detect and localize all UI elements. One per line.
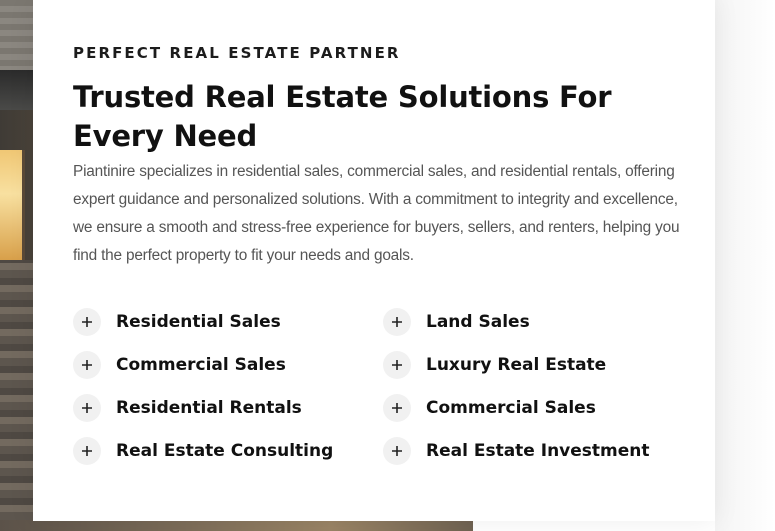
feature-label: Land Sales xyxy=(426,312,530,332)
house-driveway xyxy=(0,520,473,531)
house-stone-wall xyxy=(0,260,34,520)
feature-item-luxury-real-estate: Luxury Real Estate xyxy=(383,351,693,379)
plus-icon xyxy=(73,437,101,465)
about-card: PERFECT REAL ESTATE PARTNER Trusted Real… xyxy=(33,0,715,521)
feature-list: Residential Sales Land Sales Commercial … xyxy=(73,308,693,465)
plus-icon xyxy=(383,437,411,465)
feature-label: Residential Rentals xyxy=(116,398,302,418)
feature-item-real-estate-investment: Real Estate Investment xyxy=(383,437,693,465)
plus-icon xyxy=(383,308,411,336)
plus-icon xyxy=(73,351,101,379)
plus-icon xyxy=(73,394,101,422)
plus-icon xyxy=(383,394,411,422)
section-eyebrow: PERFECT REAL ESTATE PARTNER xyxy=(73,44,401,62)
section-description: Piantinire specializes in residential sa… xyxy=(73,163,680,264)
feature-label: Residential Sales xyxy=(116,312,281,332)
right-background xyxy=(715,0,775,531)
house-roof xyxy=(0,70,34,110)
feature-label: Luxury Real Estate xyxy=(426,355,607,375)
plus-icon xyxy=(73,308,101,336)
feature-item-land-sales: Land Sales xyxy=(383,308,693,336)
feature-label: Commercial Sales xyxy=(426,398,596,418)
feature-label: Real Estate Consulting xyxy=(116,441,334,461)
plus-icon xyxy=(383,351,411,379)
house-window xyxy=(0,150,25,260)
feature-item-real-estate-consulting: Real Estate Consulting xyxy=(73,437,383,465)
feature-label: Commercial Sales xyxy=(116,355,286,375)
section-title: Trusted Real Estate Solutions For Every … xyxy=(73,80,612,153)
feature-item-residential-rentals: Residential Rentals xyxy=(73,394,383,422)
feature-item-residential-sales: Residential Sales xyxy=(73,308,383,336)
feature-item-commercial-sales-2: Commercial Sales xyxy=(383,394,693,422)
feature-label: Real Estate Investment xyxy=(426,441,650,461)
feature-item-commercial-sales: Commercial Sales xyxy=(73,351,383,379)
